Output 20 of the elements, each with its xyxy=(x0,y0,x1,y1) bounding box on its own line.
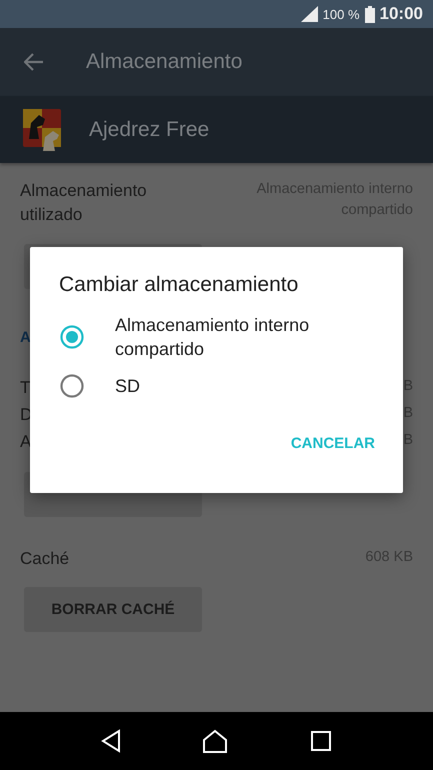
clear-cache-button[interactable]: BORRAR CACHÉ xyxy=(24,587,202,632)
cancel-button[interactable]: CANCELAR xyxy=(286,431,379,456)
option-label[interactable]: Almacenamiento interno compartido xyxy=(115,313,375,361)
clock: 10:00 xyxy=(380,4,423,24)
dialog-title: Cambiar almacenamiento xyxy=(59,273,300,297)
cache-label: Caché xyxy=(20,548,70,570)
screen-title: Almacenamiento xyxy=(86,50,242,74)
battery-percentage: 100 % xyxy=(322,6,360,22)
radio-button[interactable] xyxy=(59,373,85,399)
storage-used-label: Almacenamiento utilizado xyxy=(20,180,148,226)
link-text[interactable]: A xyxy=(20,329,31,346)
recent-apps-icon[interactable] xyxy=(310,730,332,752)
signal-icon xyxy=(300,6,318,22)
option-label[interactable]: SD xyxy=(115,374,375,398)
radio-button[interactable] xyxy=(59,324,85,350)
home-icon[interactable] xyxy=(202,728,228,754)
row-label: T xyxy=(20,377,30,399)
row-label: A xyxy=(20,431,32,453)
battery-icon xyxy=(364,6,375,22)
app-name: Ajedrez Free xyxy=(89,118,210,142)
